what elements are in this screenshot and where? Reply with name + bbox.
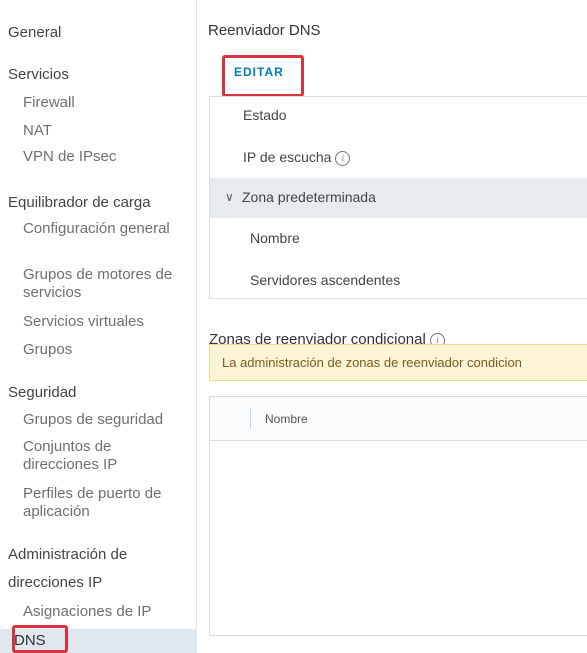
page-title: Reenviador DNS — [208, 22, 321, 39]
sidebar-item-conjuntos-ip[interactable]: Conjuntos de direcciones IP — [23, 438, 191, 474]
sidebar-item-asignaciones-ip[interactable]: Asignaciones de IP — [23, 603, 191, 621]
estado-label: Estado — [243, 107, 287, 123]
ip-escucha-label: IP de escucha i — [243, 149, 351, 166]
sidebar-item-grupos[interactable]: Grupos — [23, 341, 191, 359]
column-separator — [250, 409, 251, 429]
info-banner-text: La administración de zonas de reenviador… — [222, 355, 522, 370]
sidebar-section-admin-ip-line2: direcciones IP — [8, 574, 103, 591]
sidebar-nav: General Servicios Firewall NAT VPN de IP… — [0, 0, 197, 653]
sidebar-item-nat[interactable]: NAT — [23, 122, 191, 140]
sidebar-item-grupos-motores[interactable]: Grupos de motores de servicios — [23, 266, 191, 302]
servidores-ascendentes-label: Servidores ascendentes — [250, 272, 401, 288]
sidebar-item-perfiles-puerto[interactable]: Perfiles de puerto de aplicación — [23, 485, 191, 521]
sidebar-item-firewall[interactable]: Firewall — [23, 94, 191, 112]
sidebar-item-servicios-virtuales[interactable]: Servicios virtuales — [23, 313, 191, 331]
sidebar-section-servicios: Servicios — [8, 66, 69, 83]
sidebar-item-general[interactable]: General — [8, 24, 61, 42]
chevron-down-icon[interactable]: ∨ — [225, 190, 234, 204]
sidebar-item-config-general[interactable]: Configuración general — [23, 220, 191, 238]
edit-highlight-box — [222, 55, 304, 97]
zones-grid: Nombre — [209, 396, 587, 636]
grid-header: Nombre — [210, 397, 587, 441]
nombre-label: Nombre — [250, 230, 300, 246]
column-header-nombre[interactable]: Nombre — [265, 412, 308, 426]
sidebar-item-grupos-seguridad[interactable]: Grupos de seguridad — [23, 411, 191, 429]
sidebar-section-seguridad: Seguridad — [8, 384, 77, 401]
sidebar-section-lb: Equilibrador de carga — [8, 194, 151, 211]
info-banner: La administración de zonas de reenviador… — [209, 344, 587, 381]
ip-escucha-text: IP de escucha — [243, 149, 332, 165]
dns-highlight-box — [12, 625, 68, 653]
zona-predeterminada-label[interactable]: Zona predeterminada — [242, 189, 376, 205]
sidebar-item-vpn[interactable]: VPN de IPsec — [23, 148, 191, 166]
info-icon[interactable]: i — [335, 150, 351, 166]
sidebar-section-admin-ip-line1: Administración de — [8, 546, 128, 563]
